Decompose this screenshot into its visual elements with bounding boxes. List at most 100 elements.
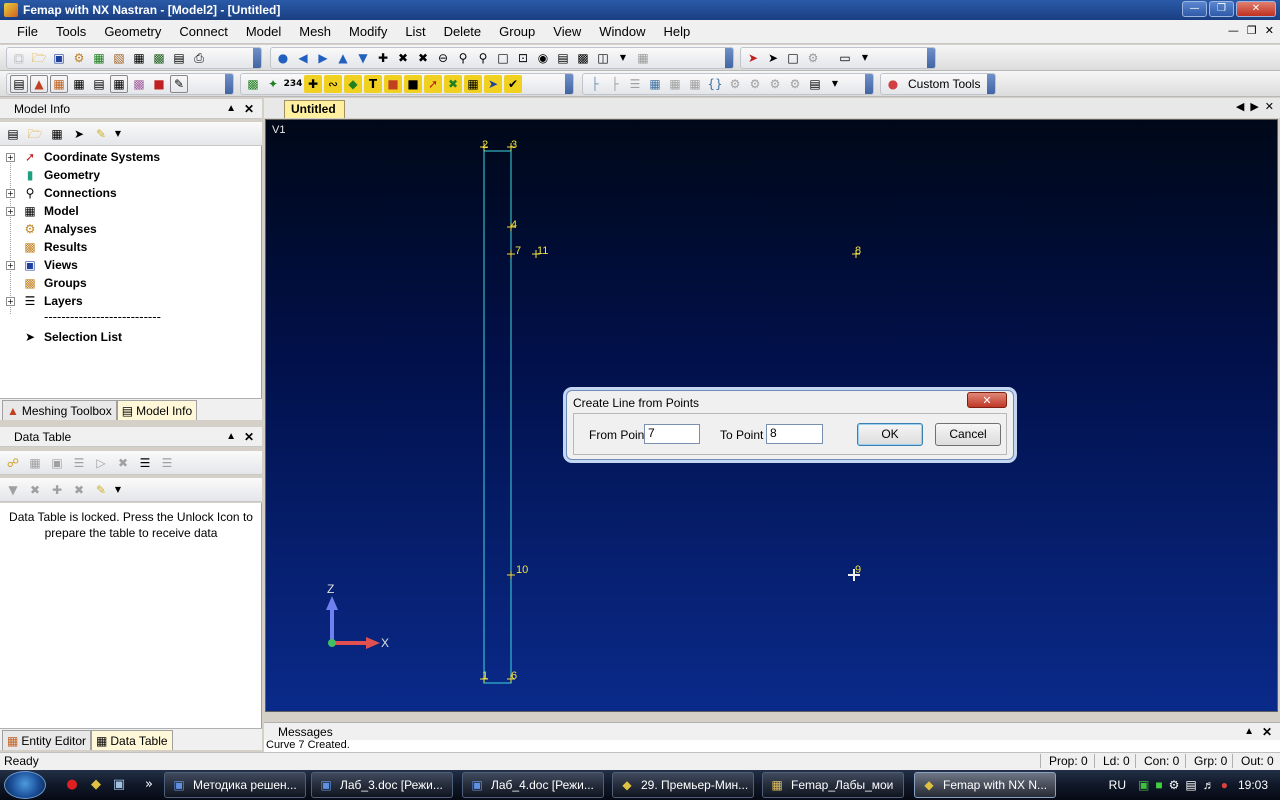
mdi-close-icon[interactable]: ✕ bbox=[1265, 24, 1274, 37]
menu-geometry[interactable]: Geometry bbox=[95, 24, 170, 39]
open-file-icon[interactable]: 🗁 bbox=[30, 49, 48, 67]
expand-icon[interactable]: + bbox=[6, 206, 15, 216]
mesh-mapped-icon[interactable]: ▦ bbox=[686, 75, 704, 93]
tree-item-coordinate-systems[interactable]: + ➚ Coordinate Systems bbox=[0, 148, 262, 166]
tree-send-icon[interactable]: ➤ bbox=[70, 125, 88, 143]
taskbar-button-metodika[interactable]: ▣ Методика решен... bbox=[164, 772, 306, 798]
select-filter-icon[interactable]: ⚙ bbox=[804, 49, 822, 67]
tray-app-icon[interactable]: ▣ bbox=[1138, 778, 1149, 792]
mesh-size-icon[interactable]: ├ bbox=[586, 75, 604, 93]
menu-mesh[interactable]: Mesh bbox=[290, 24, 340, 39]
menu-window[interactable]: Window bbox=[590, 24, 654, 39]
menu-view[interactable]: View bbox=[544, 24, 590, 39]
element-icon[interactable]: ▦ bbox=[464, 75, 482, 93]
menu-list[interactable]: List bbox=[396, 24, 434, 39]
node-icon[interactable]: ✖ bbox=[444, 75, 462, 93]
menu-delete[interactable]: Delete bbox=[435, 24, 491, 39]
tree-item-connections[interactable]: + ⚲ Connections bbox=[0, 184, 262, 202]
select-entity-icon[interactable]: ➤ bbox=[744, 49, 762, 67]
zoom-icon[interactable]: ✖ bbox=[394, 49, 412, 67]
import-icon[interactable]: ▧ bbox=[110, 49, 128, 67]
toolbar-grip[interactable] bbox=[565, 74, 573, 94]
tab-entity-editor[interactable]: ▦ Entity Editor bbox=[2, 730, 92, 750]
api-pane-icon[interactable]: ▦ bbox=[110, 75, 128, 93]
language-indicator[interactable]: RU bbox=[1109, 778, 1126, 792]
mesh-curve-icon[interactable]: ☰ bbox=[626, 75, 644, 93]
highlight-icon[interactable]: ✎ bbox=[92, 481, 110, 499]
model-info-pane-icon[interactable]: ▤ bbox=[10, 75, 28, 93]
tab-data-table[interactable]: ▦ Data Table bbox=[91, 730, 173, 750]
menu-model[interactable]: Model bbox=[237, 24, 290, 39]
tree-item-views[interactable]: + ▣ Views bbox=[0, 256, 262, 274]
labels-icon[interactable]: 234 bbox=[284, 75, 303, 93]
toolbar-grip[interactable] bbox=[865, 74, 873, 94]
toolbar-grip[interactable] bbox=[253, 48, 261, 68]
collapse-all-icon[interactable]: ☰ bbox=[158, 454, 176, 472]
menu-modify[interactable]: Modify bbox=[340, 24, 396, 39]
dropdown-arrow-icon[interactable]: ▼ bbox=[826, 75, 844, 93]
menu-connect[interactable]: Connect bbox=[170, 24, 236, 39]
taskbar-button-premier[interactable]: ◆ 29. Премьер-Мин... bbox=[612, 772, 754, 798]
zoom-box-icon[interactable]: □ bbox=[494, 49, 512, 67]
custom-tools-button[interactable]: Custom Tools bbox=[904, 77, 984, 91]
tray-utility-icon[interactable]: ⚙ bbox=[1169, 778, 1180, 792]
filter-icon[interactable]: ✖ bbox=[26, 481, 44, 499]
tree-item-groups[interactable]: ▩ Groups bbox=[0, 274, 262, 292]
globe-icon[interactable]: ● bbox=[274, 49, 292, 67]
mesh-edge-icon[interactable]: ├ bbox=[606, 75, 624, 93]
pin-icon[interactable]: ▲ bbox=[226, 103, 236, 114]
new-file-icon[interactable]: ◻ bbox=[10, 49, 28, 67]
menu-file[interactable]: File bbox=[8, 24, 47, 39]
filter-clear-icon[interactable]: ✖ bbox=[70, 481, 88, 499]
mesh-remesh-icon[interactable]: ⚙ bbox=[766, 75, 784, 93]
expand-icon[interactable]: + bbox=[6, 260, 15, 270]
menu-group[interactable]: Group bbox=[490, 24, 544, 39]
close-button[interactable]: ✕ bbox=[1236, 1, 1276, 17]
expand-icon[interactable]: + bbox=[6, 188, 15, 198]
tree-folder-icon[interactable]: 🗁 bbox=[26, 125, 44, 143]
sort-icon[interactable]: ▼ bbox=[4, 481, 22, 499]
select-add-icon[interactable]: ➤ bbox=[764, 49, 782, 67]
tree-item-analyses[interactable]: ⚙ Analyses bbox=[0, 220, 262, 238]
femap-quicklaunch-icon[interactable]: ◆ bbox=[88, 777, 104, 793]
tree-filter-icon[interactable]: ▦ bbox=[48, 125, 66, 143]
expand-all-icon[interactable]: ☰ bbox=[136, 454, 154, 472]
tab-next-icon[interactable]: ▶ bbox=[1250, 100, 1258, 113]
clear-icon[interactable]: ✖ bbox=[114, 454, 132, 472]
save-icon[interactable]: ▣ bbox=[50, 49, 68, 67]
rotate-down-icon[interactable]: ▼ bbox=[354, 49, 372, 67]
from-point-input[interactable]: 7 bbox=[644, 424, 700, 444]
export-icon[interactable]: ▩ bbox=[150, 49, 168, 67]
print-icon[interactable]: ⎙ bbox=[190, 49, 208, 67]
mesh-quality-icon[interactable]: ⚙ bbox=[786, 75, 804, 93]
tab-close-icon[interactable]: ✕ bbox=[1265, 100, 1274, 113]
mesh-list-icon[interactable]: ▤ bbox=[806, 75, 824, 93]
tab-meshing-toolbox[interactable]: ▲ Meshing Toolbox bbox=[2, 400, 117, 420]
coord-sys-icon[interactable]: ➚ bbox=[424, 75, 442, 93]
dropdown-arrow-icon[interactable]: ▼ bbox=[114, 481, 122, 499]
zoom-in-icon[interactable]: ⚲ bbox=[454, 49, 472, 67]
magnify-icon[interactable]: ✖ bbox=[414, 49, 432, 67]
mesh-braces-icon[interactable]: {} bbox=[706, 75, 724, 93]
curve-icon[interactable]: ∾ bbox=[324, 75, 342, 93]
taskbar-button-lab3[interactable]: ▣ Лаб_3.doc [Режи... bbox=[311, 772, 453, 798]
entity-editor-pane-icon[interactable]: ▦ bbox=[50, 75, 68, 93]
tree-item-layers[interactable]: + ☰ Layers bbox=[0, 292, 262, 310]
dropdown-arrow-icon[interactable]: ▼ bbox=[114, 125, 122, 143]
start-button[interactable] bbox=[4, 771, 46, 799]
tab-model-info[interactable]: ▤ Model Info bbox=[116, 400, 198, 420]
tab-prev-icon[interactable]: ◀ bbox=[1236, 100, 1244, 113]
to-point-input[interactable]: 8 bbox=[766, 424, 823, 444]
constraint-icon[interactable]: ✔ bbox=[504, 75, 522, 93]
pin-icon[interactable]: ▲ bbox=[226, 431, 236, 442]
cancel-button[interactable]: Cancel bbox=[935, 423, 1001, 446]
editor-pane-icon[interactable]: ✎ bbox=[170, 75, 188, 93]
network-icon[interactable]: ▤ bbox=[1185, 778, 1196, 792]
toolbar-grip[interactable] bbox=[987, 74, 995, 94]
tree-item-results[interactable]: ▩ Results bbox=[0, 238, 262, 256]
expand-icon[interactable]: + bbox=[6, 152, 15, 162]
view-style-icon[interactable]: ◉ bbox=[534, 49, 552, 67]
meshing-toolbox-pane-icon[interactable]: ▲ bbox=[30, 75, 48, 93]
tab-untitled[interactable]: Untitled bbox=[284, 100, 345, 118]
dialog-close-button[interactable]: ✕ bbox=[967, 392, 1007, 408]
